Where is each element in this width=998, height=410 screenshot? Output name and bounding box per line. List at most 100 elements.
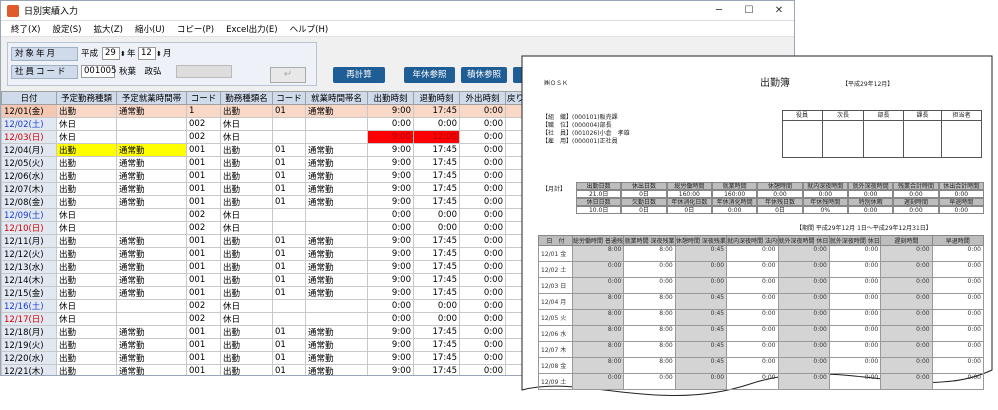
cell-timeslot-name[interactable]: 通常勤 xyxy=(305,182,368,196)
cell-planned-timeslot[interactable]: 通常勤 xyxy=(116,351,187,365)
cell-kind-name[interactable]: 出勤 xyxy=(220,169,273,183)
cell-timeslot-name[interactable] xyxy=(305,117,368,131)
cell-code2[interactable]: 01 xyxy=(272,286,306,300)
cell-clock-out[interactable]: 17:45 xyxy=(413,104,460,118)
cell-clock-in[interactable]: 9:00 xyxy=(367,143,414,157)
cell-planned-kind[interactable]: 休日 xyxy=(56,221,117,235)
cell-go-out[interactable]: 0:00 xyxy=(459,130,506,144)
cell-planned-kind[interactable]: 休日 xyxy=(56,312,117,326)
cell-code2[interactable]: 01 xyxy=(272,195,306,209)
cell-planned-kind[interactable]: 出勤 xyxy=(56,104,117,118)
cell-clock-in[interactable]: 0:00 xyxy=(367,221,414,235)
cell-kind-name[interactable]: 出勤 xyxy=(220,143,273,157)
cell-code2[interactable]: 01 xyxy=(272,364,306,375)
cell-planned-timeslot[interactable]: 通常勤 xyxy=(116,156,187,170)
cell-planned-timeslot[interactable]: 通常勤 xyxy=(116,364,187,375)
cell-clock-in[interactable]: 0:00 xyxy=(367,117,414,131)
cell-clock-out[interactable]: 12:00 xyxy=(413,130,460,144)
cell-timeslot-name[interactable]: 通常勤 xyxy=(305,364,368,375)
cell-clock-in[interactable]: 9:00 xyxy=(367,338,414,352)
cell-planned-timeslot[interactable] xyxy=(116,208,187,222)
cell-timeslot-name[interactable]: 通常勤 xyxy=(305,169,368,183)
cell-code2[interactable] xyxy=(272,299,306,313)
cell-date[interactable]: 12/07(木) xyxy=(1,182,57,196)
cell-planned-timeslot[interactable]: 通常勤 xyxy=(116,247,187,261)
cell-code2[interactable] xyxy=(272,312,306,326)
cell-code2[interactable]: 01 xyxy=(272,234,306,248)
menu-zoom-in[interactable]: 拡大(Z) xyxy=(88,23,129,35)
cell-kind-name[interactable]: 出勤 xyxy=(220,182,273,196)
cell-planned-timeslot[interactable]: 通常勤 xyxy=(116,104,187,118)
cell-code[interactable]: 001 xyxy=(186,260,221,274)
cell-date[interactable]: 12/03(日) xyxy=(1,130,57,144)
cell-go-out[interactable]: 0:00 xyxy=(459,117,506,131)
cell-planned-timeslot[interactable]: 通常勤 xyxy=(116,260,187,274)
cell-timeslot-name[interactable]: 通常勤 xyxy=(305,260,368,274)
cell-kind-name[interactable]: 出勤 xyxy=(220,338,273,352)
cell-clock-out[interactable]: 17:45 xyxy=(413,338,460,352)
year-input[interactable]: 29 xyxy=(102,47,120,60)
cell-go-out[interactable]: 0:00 xyxy=(459,364,506,375)
cell-clock-out[interactable]: 0:00 xyxy=(413,117,460,131)
cell-date[interactable]: 12/08(金) xyxy=(1,195,57,209)
cell-clock-out[interactable]: 17:45 xyxy=(413,351,460,365)
cell-clock-out[interactable]: 17:45 xyxy=(413,247,460,261)
cell-kind-name[interactable]: 出勤 xyxy=(220,260,273,274)
cell-timeslot-name[interactable]: 通常勤 xyxy=(305,195,368,209)
enter-icon[interactable]: ↵ xyxy=(270,67,306,83)
cell-planned-kind[interactable]: 出勤 xyxy=(56,234,117,248)
cell-clock-out[interactable]: 17:45 xyxy=(413,260,460,274)
cell-clock-in[interactable]: 9:00 xyxy=(367,156,414,170)
cell-timeslot-name[interactable] xyxy=(305,208,368,222)
cell-date[interactable]: 12/15(金) xyxy=(1,286,57,300)
cell-go-out[interactable]: 0:00 xyxy=(459,169,506,183)
cell-clock-out[interactable]: 0:00 xyxy=(413,221,460,235)
cell-clock-in[interactable]: 9:00 xyxy=(367,325,414,339)
cell-planned-timeslot[interactable] xyxy=(116,312,187,326)
cell-planned-timeslot[interactable]: 通常勤 xyxy=(116,169,187,183)
cell-code[interactable]: 1 xyxy=(186,104,221,118)
cell-go-out[interactable]: 0:00 xyxy=(459,260,506,274)
cell-date[interactable]: 12/16(土) xyxy=(1,299,57,313)
cell-go-out[interactable]: 0:00 xyxy=(459,208,506,222)
cell-go-out[interactable]: 0:00 xyxy=(459,325,506,339)
cell-planned-timeslot[interactable] xyxy=(116,221,187,235)
cell-clock-in[interactable]: 9:00 xyxy=(367,234,414,248)
cell-date[interactable]: 12/20(水) xyxy=(1,351,57,365)
cell-code[interactable]: 001 xyxy=(186,325,221,339)
cell-planned-kind[interactable]: 出勤 xyxy=(56,247,117,261)
year-spinner-icon[interactable]: ⬍ xyxy=(120,47,126,61)
cell-go-out[interactable]: 0:00 xyxy=(459,286,506,300)
cell-planned-timeslot[interactable]: 通常勤 xyxy=(116,143,187,157)
cell-clock-in[interactable]: 9:00 xyxy=(367,247,414,261)
cell-planned-timeslot[interactable] xyxy=(116,117,187,131)
cell-planned-kind[interactable]: 出勤 xyxy=(56,338,117,352)
cell-code[interactable]: 001 xyxy=(186,273,221,287)
cell-timeslot-name[interactable]: 通常勤 xyxy=(305,143,368,157)
cell-clock-out[interactable]: 17:45 xyxy=(413,364,460,375)
cell-code[interactable]: 001 xyxy=(186,182,221,196)
cell-code[interactable]: 002 xyxy=(186,117,221,131)
cell-date[interactable]: 12/19(火) xyxy=(1,338,57,352)
cell-timeslot-name[interactable] xyxy=(305,299,368,313)
cell-code2[interactable] xyxy=(272,208,306,222)
employee-code-input[interactable]: 001005 xyxy=(81,65,116,78)
cell-date[interactable]: 12/05(火) xyxy=(1,156,57,170)
cell-planned-kind[interactable]: 出勤 xyxy=(56,273,117,287)
cell-clock-out[interactable]: 17:45 xyxy=(413,325,460,339)
accum-leave-button[interactable]: 積休参照 xyxy=(461,67,507,83)
cell-kind-name[interactable]: 出勤 xyxy=(220,325,273,339)
cell-kind-name[interactable]: 出勤 xyxy=(220,104,273,118)
cell-go-out[interactable]: 0:00 xyxy=(459,221,506,235)
cell-code2[interactable]: 01 xyxy=(272,351,306,365)
cell-kind-name[interactable]: 休日 xyxy=(220,117,273,131)
cell-date[interactable]: 12/10(日) xyxy=(1,221,57,235)
cell-planned-timeslot[interactable]: 通常勤 xyxy=(116,182,187,196)
cell-timeslot-name[interactable]: 通常勤 xyxy=(305,234,368,248)
cell-date[interactable]: 12/17(日) xyxy=(1,312,57,326)
cell-clock-in[interactable]: 9:00 xyxy=(367,273,414,287)
cell-code[interactable]: 002 xyxy=(186,130,221,144)
cell-clock-out[interactable]: 17:45 xyxy=(413,195,460,209)
cell-code[interactable]: 001 xyxy=(186,156,221,170)
menu-excel-export[interactable]: Excel出力(E) xyxy=(220,23,284,35)
